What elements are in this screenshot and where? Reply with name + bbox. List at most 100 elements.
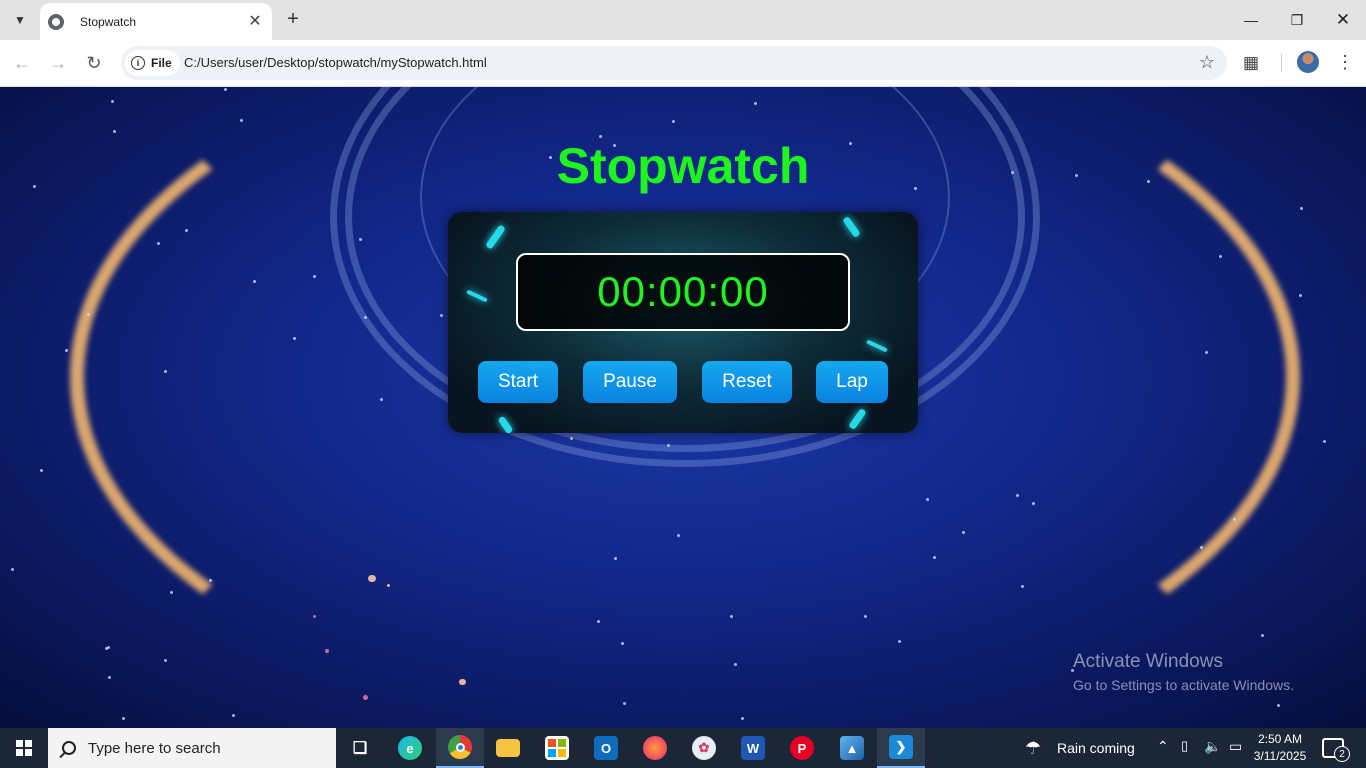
restore-button[interactable]: ❐ bbox=[1274, 0, 1320, 40]
firefox-icon bbox=[643, 736, 667, 760]
sparkle-dot bbox=[676, 533, 680, 537]
edge-app[interactable]: e bbox=[386, 728, 434, 768]
vscode-icon: ❯ bbox=[889, 735, 913, 759]
sparkle-dot bbox=[108, 676, 112, 680]
card-accent bbox=[848, 407, 867, 431]
edge-icon: e bbox=[398, 736, 422, 760]
sparkle-dot bbox=[111, 100, 115, 104]
globe-icon bbox=[48, 13, 64, 30]
photos-icon: ▲ bbox=[840, 736, 864, 760]
bookmark-star-icon[interactable]: ☆ bbox=[1199, 52, 1215, 73]
chrome-app[interactable] bbox=[436, 728, 484, 768]
sparkle-dot bbox=[112, 130, 116, 134]
sparkle-dot bbox=[671, 120, 675, 124]
paint-app[interactable]: ✿ bbox=[680, 728, 728, 768]
sparkle-dot bbox=[367, 574, 376, 583]
firefox-app[interactable] bbox=[631, 728, 679, 768]
weather-umbrella-icon: ☂ bbox=[1025, 738, 1042, 758]
lap-button[interactable]: Lap bbox=[816, 361, 888, 403]
extensions-icon[interactable]: ▦ bbox=[1243, 53, 1263, 73]
start-button[interactable]: Start bbox=[478, 361, 558, 403]
vscode-app[interactable]: ❯ bbox=[877, 728, 925, 768]
close-window-button[interactable]: ✕ bbox=[1320, 0, 1366, 40]
taskbar-clock[interactable]: 2:50 AM 3/11/2025 bbox=[1250, 731, 1310, 765]
sparkle-dot bbox=[1322, 439, 1326, 443]
network-icon[interactable]: ▭ bbox=[1229, 738, 1242, 755]
sparkle-dot bbox=[292, 337, 296, 341]
task-view-button[interactable]: ❏ bbox=[336, 728, 384, 768]
new-tab-button[interactable]: + bbox=[282, 8, 304, 30]
reset-button[interactable]: Reset bbox=[702, 361, 792, 403]
windows-logo-icon bbox=[16, 740, 32, 756]
microsoft-store-app[interactable] bbox=[533, 728, 581, 768]
back-button[interactable]: ← bbox=[8, 50, 36, 76]
card-accent bbox=[842, 215, 861, 239]
sparkle-dot bbox=[1277, 703, 1281, 707]
tab-stopwatch[interactable]: Stopwatch ✕ bbox=[40, 3, 272, 40]
tab-search-chevron-icon[interactable]: ▼ bbox=[6, 6, 34, 34]
sparkle-dot bbox=[359, 237, 363, 241]
minimize-button[interactable]: — bbox=[1228, 0, 1274, 40]
taskbar: Type here to search ❏ e O ✿ W P ▲ ❯ ☂ Ra… bbox=[0, 728, 1366, 768]
search-icon bbox=[62, 741, 76, 755]
sparkle-dot bbox=[666, 443, 670, 447]
profile-avatar[interactable] bbox=[1297, 51, 1319, 73]
toolbar-divider bbox=[1281, 54, 1282, 72]
battery-icon[interactable]: ▯ bbox=[1181, 738, 1188, 754]
paint-palette-icon: ✿ bbox=[692, 736, 716, 760]
forward-button[interactable]: → bbox=[44, 50, 72, 76]
sparkle-dot bbox=[961, 530, 965, 534]
pinterest-app[interactable]: P bbox=[778, 728, 826, 768]
close-tab-icon[interactable]: ✕ bbox=[246, 12, 264, 30]
sparkle-dot bbox=[11, 567, 15, 571]
file-explorer-app[interactable] bbox=[484, 728, 532, 768]
sparkle-dot bbox=[170, 591, 174, 595]
pause-button[interactable]: Pause bbox=[583, 361, 677, 403]
sparkle-dot bbox=[208, 578, 212, 582]
reload-button[interactable]: ↻ bbox=[80, 50, 108, 76]
sparkle-dot bbox=[620, 641, 624, 645]
address-bar[interactable]: i File C:/Users/user/Desktop/stopwatch/m… bbox=[121, 46, 1227, 80]
show-hidden-icons-chevron-icon[interactable]: ⌃ bbox=[1157, 738, 1169, 755]
sparkle-dot bbox=[932, 555, 936, 559]
sparkle-dot bbox=[459, 678, 466, 685]
time-display: 00:00:00 bbox=[516, 253, 850, 331]
sparkle-dot bbox=[239, 118, 243, 122]
sparkle-dot bbox=[741, 716, 745, 720]
sparkle-dot bbox=[231, 713, 235, 717]
word-icon: W bbox=[741, 736, 765, 760]
sparkle-dot bbox=[64, 349, 68, 353]
photos-app[interactable]: ▲ bbox=[828, 728, 876, 768]
sparkle-dot bbox=[121, 716, 125, 720]
notification-count-badge: 2 bbox=[1334, 746, 1350, 762]
start-button[interactable] bbox=[0, 728, 48, 768]
outlook-app[interactable]: O bbox=[582, 728, 630, 768]
clock-date: 3/11/2025 bbox=[1253, 749, 1307, 763]
stopwatch-card: 00:00:00 Start Pause Reset Lap bbox=[448, 212, 918, 433]
browser-toolbar: ← → ↻ i File C:/Users/user/Desktop/stopw… bbox=[0, 40, 1366, 87]
weather-text[interactable]: Rain coming bbox=[1057, 740, 1135, 756]
task-view-icon: ❏ bbox=[352, 740, 368, 757]
card-accent bbox=[485, 224, 506, 250]
page-content: Stopwatch 00:00:00 Start Pause Reset Lap… bbox=[0, 87, 1366, 728]
sparkle-dot bbox=[1299, 207, 1303, 211]
sparkle-dot bbox=[40, 468, 44, 472]
url-text[interactable]: C:/Users/user/Desktop/stopwatch/myStopwa… bbox=[184, 55, 487, 70]
card-accent bbox=[497, 415, 514, 433]
watermark-subtitle: Go to Settings to activate Windows. bbox=[1073, 677, 1294, 693]
tab-strip: ▼ Stopwatch ✕ + — ❐ ✕ bbox=[0, 0, 1366, 40]
pinterest-icon: P bbox=[790, 736, 814, 760]
site-info-chip[interactable]: i File bbox=[125, 50, 180, 76]
volume-icon[interactable]: 🔈 bbox=[1204, 738, 1221, 755]
taskbar-search-box[interactable]: Type here to search bbox=[48, 728, 336, 768]
sparkle-dot bbox=[164, 369, 168, 373]
page-title: Stopwatch bbox=[556, 138, 810, 194]
sparkle-dot bbox=[223, 87, 227, 91]
sparkle-dot bbox=[863, 614, 867, 618]
store-icon bbox=[545, 736, 569, 760]
sparkle-dot bbox=[1260, 634, 1264, 638]
menu-kebab-icon[interactable]: ⋮ bbox=[1336, 52, 1354, 73]
word-app[interactable]: W bbox=[729, 728, 777, 768]
sparkle-dot bbox=[1299, 293, 1303, 297]
info-icon: i bbox=[131, 56, 145, 70]
